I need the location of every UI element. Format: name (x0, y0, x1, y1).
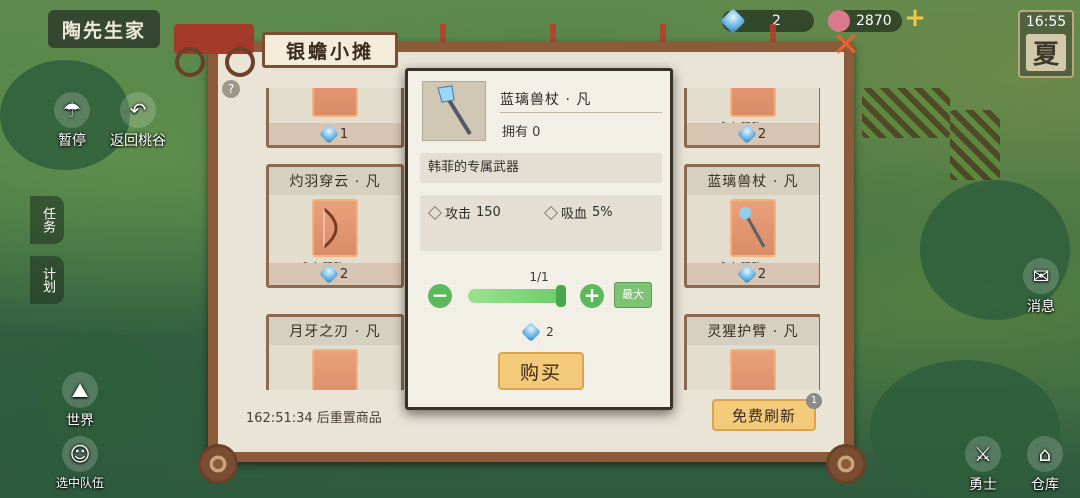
warehouse-label: 仓库 (1031, 477, 1059, 493)
cart-decoration (158, 6, 268, 78)
shop-item-card[interactable]: 灵猩护臂 · 凡 (684, 314, 820, 390)
gem-icon (736, 124, 757, 144)
wheel-decoration (198, 444, 238, 484)
detail-description: 韩菲的专属武器 (420, 153, 662, 183)
shop-item-card[interactable]: 永久限购: 1/1 2 (684, 88, 820, 148)
detail-item-image (422, 81, 486, 141)
umbrella-icon: ☂ (54, 92, 90, 128)
item-name: 灼羽穿云 · 凡 (269, 167, 401, 195)
detail-item-name: 蓝璃兽杖 · 凡 (500, 92, 592, 108)
buy-button[interactable]: 购买 (498, 352, 584, 390)
item-image-bow (312, 199, 358, 257)
detail-owned-count: 拥有 0 (502, 125, 541, 140)
warehouse-button[interactable]: ⌂ 仓库 (1016, 436, 1074, 494)
item-price: 2 (687, 263, 819, 285)
item-image (730, 88, 776, 117)
help-icon[interactable]: ? (222, 80, 240, 98)
select-team-label: 选中队伍 (55, 476, 104, 490)
detail-stats: 攻击 150 吸血 5% (420, 195, 662, 251)
item-name: 月牙之刃 · 凡 (269, 317, 401, 345)
shop-item-card[interactable]: 月牙之刃 · 凡 (266, 314, 404, 390)
return-valley-label: 返回桃谷 (110, 133, 166, 149)
shop-item-card[interactable]: 蓝璃兽杖 · 凡 永久限购: 1/1 2 (684, 164, 820, 288)
clock-season-box: 16:55 夏 (1018, 10, 1074, 78)
gem-icon (318, 264, 339, 284)
warrior-icon: ⚔ (965, 436, 1001, 472)
message-label: 消息 (1027, 299, 1055, 315)
detail-price: 2 (408, 322, 670, 342)
pause-label: 暂停 (58, 133, 86, 149)
item-price: 2 (269, 263, 401, 285)
add-coin-button[interactable]: + (904, 4, 926, 32)
warehouse-icon: ⌂ (1027, 436, 1063, 472)
world-button[interactable]: ⛰ 世界 (50, 372, 110, 430)
gem-icon (736, 264, 757, 284)
item-image-staff (730, 199, 776, 257)
coin-count: 2870 (856, 13, 892, 29)
warrior-label: 勇士 (969, 477, 997, 493)
gem-icon (521, 322, 542, 342)
reset-timer: 162:51:34 后重置商品 (246, 411, 382, 426)
pause-button[interactable]: ☂ 暂停 (42, 92, 102, 150)
shop-item-card[interactable]: 1 (266, 88, 404, 148)
clock-time: 16:55 (1025, 14, 1067, 30)
close-button[interactable]: ✕ (830, 28, 862, 62)
increase-quantity-button[interactable]: + (580, 284, 604, 308)
quantity-slider-handle[interactable] (556, 285, 566, 307)
wheel-decoration (826, 444, 866, 484)
shop-item-card[interactable]: 灼羽穿云 · 凡 永久限购: 1/1 2 (266, 164, 404, 288)
season-indicator: 夏 (1026, 34, 1066, 71)
world-label: 世界 (66, 413, 94, 429)
warrior-button[interactable]: ⚔ 勇士 (954, 436, 1012, 494)
free-refresh-button[interactable]: 免费刷新 (712, 399, 816, 431)
item-image-blade (312, 349, 358, 390)
quantity-slider-track[interactable] (468, 289, 562, 303)
item-price: 2 (687, 123, 819, 145)
item-name: 蓝璃兽杖 · 凡 (687, 167, 819, 195)
character-name[interactable]: 陶先生家 (48, 10, 160, 48)
diamond-icon (543, 205, 559, 220)
return-valley-button[interactable]: ↶ 返回桃谷 (108, 92, 168, 150)
item-image (312, 88, 358, 117)
item-image-bracer (730, 349, 776, 390)
tab-plans[interactable]: 计划 (30, 256, 64, 304)
message-button[interactable]: ✉ 消息 (1012, 258, 1070, 316)
tab-tasks[interactable]: 任务 (30, 196, 64, 244)
item-name: 灵猩护臂 · 凡 (687, 317, 819, 345)
shop-title: 银蟾小摊 (262, 32, 398, 68)
divider (500, 112, 662, 113)
return-icon: ↶ (120, 92, 156, 128)
message-icon: ✉ (1023, 258, 1059, 294)
diamond-icon (427, 205, 443, 220)
decrease-quantity-button[interactable]: − (428, 284, 452, 308)
world-icon: ⛰ (62, 372, 98, 408)
item-detail-popup: 蓝璃兽杖 · 凡 拥有 0 韩菲的专属武器 攻击 150 吸血 5% 1/1 −… (405, 68, 673, 410)
item-price: 1 (269, 123, 401, 145)
refresh-count-badge: 1 (806, 393, 822, 409)
gem-icon (318, 124, 339, 144)
stat-lifesteal: 吸血 5% (543, 203, 613, 222)
select-team-button[interactable]: ☺ 选中队伍 (50, 436, 110, 491)
team-icon: ☺ (62, 436, 98, 472)
max-quantity-button[interactable]: 最大 (614, 282, 652, 308)
stat-attack: 攻击 150 (427, 203, 501, 222)
